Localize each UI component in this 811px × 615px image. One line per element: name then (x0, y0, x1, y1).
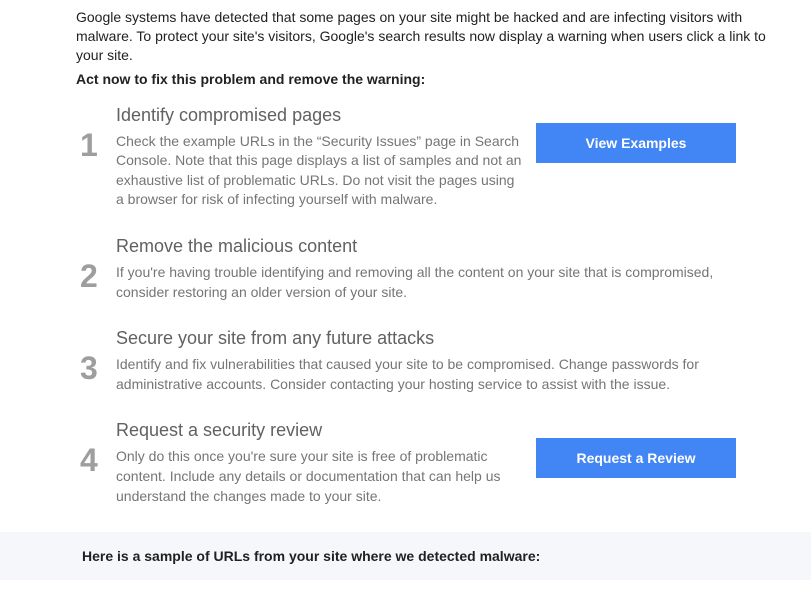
intro-text: Google systems have detected that some p… (76, 8, 777, 65)
step-number: 1 (80, 105, 116, 161)
step-description: If you're having trouble identifying and… (116, 263, 765, 302)
step-2: 2 Remove the malicious content If you're… (76, 236, 777, 302)
step-3: 3 Secure your site from any future attac… (76, 328, 777, 394)
step-4: 4 Request a security review Only do this… (76, 420, 777, 506)
request-review-button[interactable]: Request a Review (536, 438, 736, 478)
step-number: 4 (80, 420, 116, 476)
act-now-heading: Act now to fix this problem and remove t… (76, 71, 777, 87)
step-title: Remove the malicious content (116, 236, 765, 257)
step-number: 2 (80, 236, 116, 292)
step-description: Check the example URLs in the “Security … (116, 132, 524, 210)
step-description: Identify and fix vulnerabilities that ca… (116, 355, 765, 394)
step-description: Only do this once you're sure your site … (116, 447, 524, 506)
step-number: 3 (80, 328, 116, 384)
step-title: Secure your site from any future attacks (116, 328, 765, 349)
view-examples-button[interactable]: View Examples (536, 123, 736, 163)
step-title: Request a security review (116, 420, 524, 441)
sample-urls-heading: Here is a sample of URLs from your site … (0, 532, 811, 580)
step-title: Identify compromised pages (116, 105, 524, 126)
step-1: 1 Identify compromised pages Check the e… (76, 105, 777, 210)
